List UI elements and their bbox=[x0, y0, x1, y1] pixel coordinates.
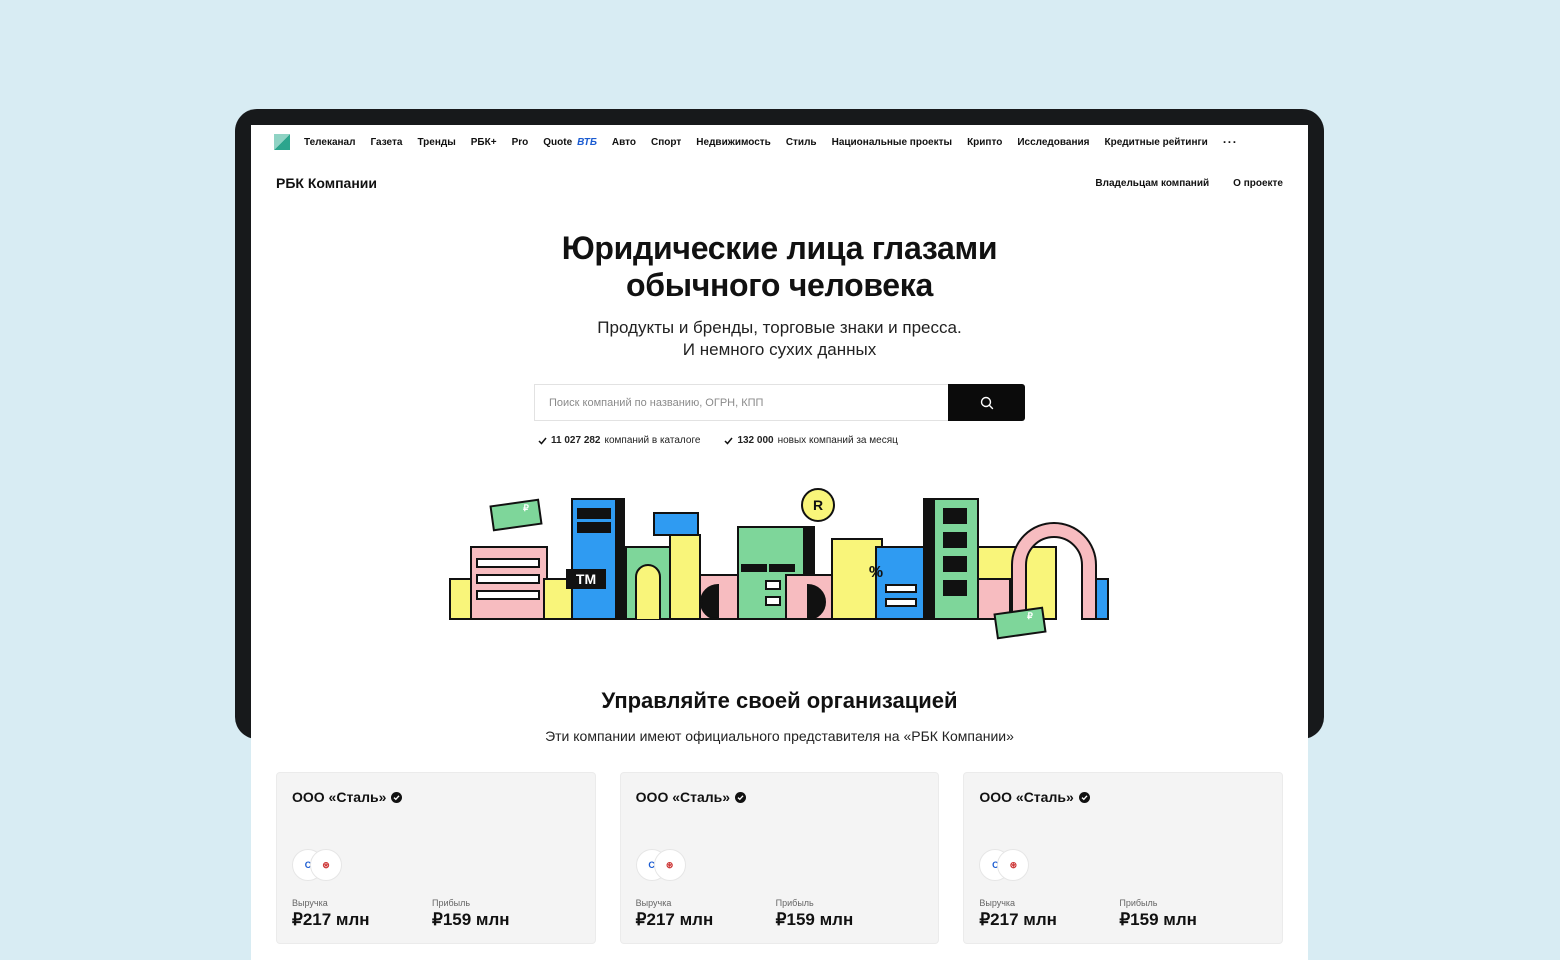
revenue-label: Выручка bbox=[635, 898, 672, 908]
company-name: ООО «Сталь» bbox=[979, 789, 1090, 805]
nav-item-vtb[interactable]: ВТБ bbox=[577, 137, 597, 148]
company-name-text: ООО «Сталь» bbox=[979, 789, 1074, 805]
profit-metric: Прибыль ₽159 млн bbox=[1119, 898, 1197, 930]
company-card[interactable]: ООО «Сталь» C ⊛ Выручка ₽217 млн Прибыль… bbox=[276, 772, 596, 944]
nav-item-crypto[interactable]: Крипто bbox=[967, 137, 1002, 148]
rbc-logo-icon[interactable] bbox=[274, 134, 290, 150]
registered-label: R bbox=[813, 497, 823, 513]
nav-item-newspaper[interactable]: Газета bbox=[370, 137, 402, 148]
ruble-label: ₽ bbox=[1027, 611, 1033, 621]
nav-item-rbc-plus[interactable]: РБК+ bbox=[471, 137, 497, 148]
nav-item-national-projects[interactable]: Национальные проекты bbox=[832, 137, 952, 148]
check-icon bbox=[538, 437, 547, 445]
verified-icon bbox=[391, 791, 403, 803]
revenue-metric: Выручка ₽217 млн bbox=[292, 898, 370, 930]
company-avatars: C ⊛ bbox=[292, 849, 344, 881]
percent-label: % bbox=[869, 564, 883, 581]
hero-title-line-1: Юридические лица глазами bbox=[561, 230, 998, 266]
nav-item-tv[interactable]: Телеканал bbox=[304, 137, 355, 148]
company-avatars: C ⊛ bbox=[979, 849, 1031, 881]
profit-value: ₽159 млн bbox=[775, 910, 854, 929]
nav-item-quote[interactable]: Quote bbox=[543, 137, 572, 148]
nav-item-research[interactable]: Исследования bbox=[1017, 137, 1089, 148]
revenue-metric: Выручка ₽217 млн bbox=[636, 898, 714, 930]
stat-value: 11 027 282 bbox=[551, 435, 601, 446]
brand-title[interactable]: РБК Компании bbox=[276, 175, 377, 191]
verified-icon bbox=[735, 791, 747, 803]
revenue-metric: Выручка ₽217 млн bbox=[979, 898, 1057, 930]
stat-text: компаний в каталоге bbox=[604, 435, 701, 446]
hero-title: Юридические лица глазами обычного челове… bbox=[251, 230, 1308, 304]
hero-subtitle-line-1: Продукты и бренды, торговые знаки и прес… bbox=[597, 318, 962, 337]
owners-link[interactable]: Владельцам компаний bbox=[1095, 178, 1209, 189]
catalog-stats: 11 027 282 компаний в каталоге 132 000 н… bbox=[538, 435, 898, 446]
revenue-value: ₽217 млн bbox=[292, 910, 370, 929]
stat-companies-total: 11 027 282 компаний в каталоге bbox=[538, 435, 700, 446]
company-emblem-icon: ⊛ bbox=[997, 849, 1030, 881]
stat-value: 132 000 bbox=[737, 435, 774, 446]
nav-item-trends[interactable]: Тренды bbox=[417, 137, 455, 148]
profit-label: Прибыль bbox=[432, 898, 471, 908]
nav-item-credit-ratings[interactable]: Кредитные рейтинги bbox=[1105, 137, 1208, 148]
ruble-label: ₽ bbox=[523, 503, 529, 513]
revenue-label: Выручка bbox=[292, 898, 328, 908]
browser-screen: Телеканал Газета Тренды РБК+ Pro Quote В… bbox=[251, 125, 1308, 960]
nav-item-realty[interactable]: Недвижимость bbox=[696, 137, 771, 148]
stat-text: новых компаний за месяц bbox=[777, 435, 898, 446]
revenue-value: ₽217 млн bbox=[979, 910, 1057, 929]
profit-label: Прибыль bbox=[775, 898, 814, 908]
profit-metric: Прибыль ₽159 млн bbox=[432, 898, 510, 930]
tm-label: TM bbox=[576, 571, 596, 587]
search-button[interactable] bbox=[948, 384, 1025, 421]
company-cards: ООО «Сталь» C ⊛ Выручка ₽217 млн Прибыль… bbox=[276, 772, 1284, 944]
profit-label: Прибыль bbox=[1119, 898, 1158, 908]
hero-subtitle: Продукты и бренды, торговые знаки и прес… bbox=[251, 317, 1308, 361]
search-icon bbox=[980, 396, 993, 409]
search-input[interactable] bbox=[534, 384, 948, 421]
hero-subtitle-line-2: И немного сухих данных bbox=[682, 340, 877, 359]
company-emblem-icon: ⊛ bbox=[653, 849, 686, 881]
profit-metric: Прибыль ₽159 млн bbox=[776, 898, 854, 930]
profit-value: ₽159 млн bbox=[1119, 910, 1197, 929]
revenue-label: Выручка bbox=[979, 898, 1016, 908]
section-subtitle: Эти компании имеют официального представ… bbox=[545, 728, 1014, 744]
nav-item-sport[interactable]: Спорт bbox=[651, 137, 681, 148]
top-navigation: Телеканал Газета Тренды РБК+ Pro Quote В… bbox=[251, 125, 1308, 159]
nav-item-pro[interactable]: Pro bbox=[512, 137, 529, 148]
section-title: Управляйте своей организацией bbox=[601, 688, 958, 713]
brand-bar: РБК Компании Владельцам компаний О проек… bbox=[276, 173, 1283, 193]
verified-icon bbox=[1078, 791, 1090, 803]
company-name-text: ООО «Сталь» bbox=[635, 789, 731, 805]
city-illustration: TM % R ₽ ₽ bbox=[449, 488, 1109, 640]
company-avatars: C ⊛ bbox=[635, 849, 688, 881]
company-card[interactable]: ООО «Сталь» C ⊛ Выручка ₽217 млн Прибыль… bbox=[963, 772, 1284, 944]
profit-value: ₽159 млн bbox=[432, 910, 510, 929]
search-bar bbox=[534, 384, 1025, 421]
more-menu-button[interactable]: ··· bbox=[1223, 135, 1238, 149]
company-card[interactable]: ООО «Сталь» C ⊛ Выручка ₽217 млн Прибыль… bbox=[619, 772, 940, 944]
nav-item-auto[interactable]: Авто bbox=[612, 137, 636, 148]
brand-links: Владельцам компаний О проекте bbox=[1095, 178, 1283, 189]
company-name: ООО «Сталь» bbox=[635, 789, 747, 805]
hero-title-line-2: обычного человека bbox=[625, 267, 934, 303]
revenue-value: ₽217 млн bbox=[635, 910, 714, 929]
stat-companies-new: 132 000 новых компаний за месяц bbox=[724, 435, 898, 446]
company-name: ООО «Сталь» bbox=[292, 789, 403, 805]
about-link[interactable]: О проекте bbox=[1233, 178, 1283, 189]
check-icon bbox=[724, 437, 734, 445]
company-name-text: ООО «Сталь» bbox=[292, 789, 387, 805]
nav-item-style[interactable]: Стиль bbox=[786, 137, 817, 148]
company-emblem-icon: ⊛ bbox=[310, 849, 342, 881]
